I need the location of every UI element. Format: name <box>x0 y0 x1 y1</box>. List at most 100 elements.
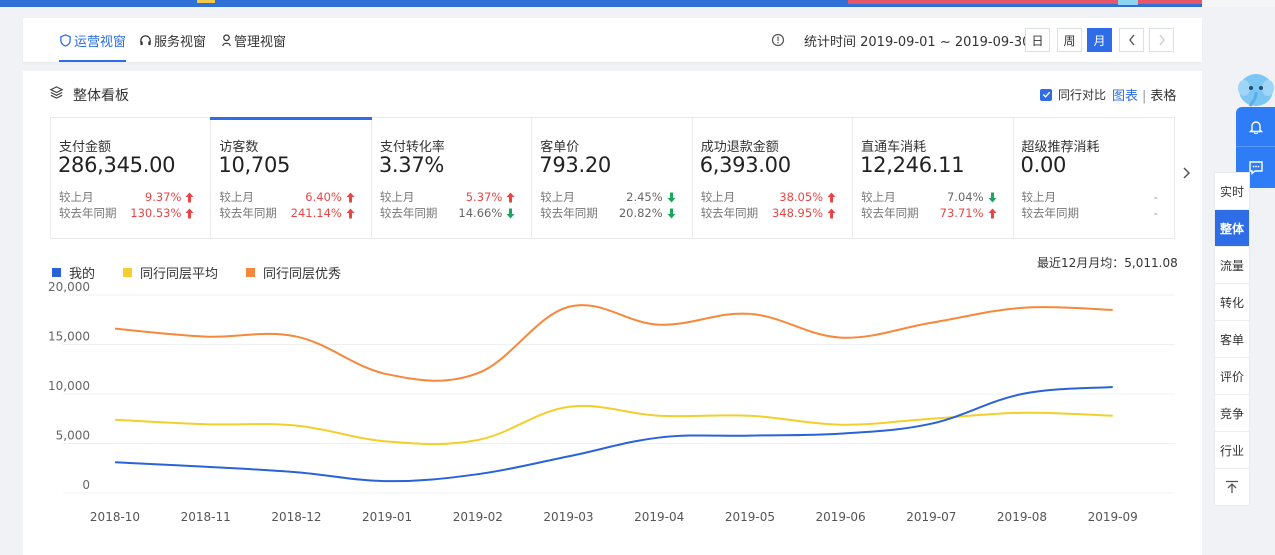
series-line-mine[interactable] <box>114 386 1113 483</box>
panel-header: 整体看板 同行对比 图表 | 表格 <box>23 71 1202 116</box>
x-tick-label: 2019-09 <box>1088 510 1138 524</box>
x-tick-label: 2018-10 <box>90 510 140 524</box>
kpi-yoy-label: 较去年同期 <box>540 206 598 220</box>
prev-period-button[interactable] <box>1119 28 1144 52</box>
kpi-card[interactable]: 直通车消耗 12,246.11 较上月 7.04% 较去年同期 73.71% <box>853 118 1014 238</box>
kpi-card[interactable]: 支付金额 286,345.00 较上月 9.37% 较去年同期 130.53% <box>51 118 212 238</box>
side-nav-item[interactable]: 竞争 <box>1215 395 1249 432</box>
arrow-up-icon <box>506 192 515 202</box>
kpi-yoy-label: 较去年同期 <box>1021 206 1080 220</box>
y-tick-label: 15,000 <box>48 330 90 344</box>
kpi-yoy-label: 较去年同期 <box>861 206 919 220</box>
mascot-elephant-icon[interactable] <box>1238 72 1275 110</box>
x-tick-label: 2018-11 <box>181 510 231 524</box>
kpi-mom-value: 9.37% <box>144 190 182 204</box>
tab-operations-label: 运营视窗 <box>74 34 127 50</box>
top-strip-yellow <box>197 0 215 3</box>
side-nav-item[interactable]: 转化 <box>1215 284 1249 321</box>
back-to-top-button[interactable] <box>1215 469 1249 505</box>
series-line-peer-top[interactable] <box>114 304 1113 382</box>
kpi-value: 12,246.11 <box>860 153 965 177</box>
info-icon[interactable] <box>771 33 785 47</box>
x-tick-label: 2019-06 <box>816 510 866 524</box>
period-week-button[interactable]: 周 <box>1057 28 1082 52</box>
shield-icon <box>60 33 71 47</box>
kpi-card[interactable]: 客单价 793.20 较上月 2.45% 较去年同期 20.82% <box>532 118 693 238</box>
series-line-peer-avg[interactable] <box>114 404 1113 446</box>
kpi-card[interactable]: 成功退款金额 6,393.00 较上月 38.05% 较去年同期 348.95% <box>693 118 854 238</box>
side-nav-item[interactable]: 客单 <box>1215 321 1249 358</box>
x-tick-label: 2019-04 <box>634 510 684 524</box>
kpi-mom-label: 较上月 <box>1021 190 1057 204</box>
kpi-yoy-label: 较去年同期 <box>379 206 438 220</box>
y-tick-label: 10,000 <box>48 379 90 393</box>
kpi-card[interactable]: 超级推荐消耗 0.00 较上月 - 较去年同期 - <box>1014 118 1174 238</box>
kpi-mom-row: 较上月 5.37% <box>380 189 515 205</box>
kpi-mom-label: 较上月 <box>219 190 254 204</box>
kpi-yoy-label: 较去年同期 <box>219 206 277 220</box>
period-month-button[interactable]: 月 <box>1087 28 1112 52</box>
tab-service-label: 服务视窗 <box>154 34 207 50</box>
kpi-mom-change: 9.37% <box>145 189 195 205</box>
kpi-mom-value: 38.05% <box>779 190 824 204</box>
chart-view-link[interactable]: 图表 <box>1112 89 1138 104</box>
side-nav-item[interactable]: 流量 <box>1215 247 1249 284</box>
kpi-value: 286,345.00 <box>58 153 176 177</box>
kpi-value: 3.37% <box>378 153 445 177</box>
notification-button[interactable] <box>1236 107 1275 147</box>
kpi-card[interactable]: 支付转化率 3.37% 较上月 5.37% 较去年同期 14.66% <box>372 118 533 238</box>
kpi-mom-label: 较上月 <box>700 190 736 204</box>
kpi-yoy-row: 较去年同期 73.71% <box>861 205 997 221</box>
kpi-yoy-row: 较去年同期 14.66% <box>380 205 515 221</box>
table-view-link[interactable]: 表格 <box>1150 89 1176 104</box>
kpi-next-arrow-icon[interactable] <box>1180 163 1194 183</box>
kpi-mom-value: 6.40% <box>305 190 342 204</box>
arrow-up-icon <box>827 192 836 202</box>
kpi-mom-label: 较上月 <box>379 190 415 204</box>
kpi-yoy-change: 130.53% <box>130 205 194 221</box>
kpi-mom-row: 较上月 7.04% <box>861 189 997 205</box>
kpi-yoy-change: 241.14% <box>291 205 355 221</box>
kpi-mom-value: 2.45% <box>626 190 663 204</box>
side-nav-item[interactable]: 评价 <box>1215 358 1249 395</box>
kpi-mom-change: 6.40% <box>305 189 355 205</box>
kpi-mom-change: 38.05% <box>779 189 836 205</box>
kpi-mom-row: 较上月 - <box>1022 189 1158 205</box>
kpi-yoy-value: 73.71% <box>939 206 984 220</box>
tab-service[interactable]: 服务视窗 <box>139 18 206 62</box>
kpi-mom-row: 较上月 9.37% <box>59 189 194 205</box>
side-nav-item[interactable]: 整体 <box>1215 210 1249 247</box>
kpi-mom-row: 较上月 6.40% <box>219 189 355 205</box>
tab-operations[interactable]: 运营视窗 <box>59 18 127 62</box>
x-tick-label: 2019-05 <box>725 510 775 524</box>
arrow-up-icon <box>185 192 194 202</box>
side-nav-item[interactable]: 行业 <box>1215 432 1249 469</box>
kpi-yoy-row: 较去年同期 130.53% <box>59 205 194 221</box>
kpi-value: 0.00 <box>1020 153 1067 177</box>
headset-icon <box>140 34 151 45</box>
overall-dashboard-panel: 整体看板 同行对比 图表 | 表格 支付金额 286,345.00 较上月 9.37% 较去… <box>23 71 1202 555</box>
peer-compare-toggle[interactable]: 同行对比 <box>1040 86 1106 103</box>
kpi-yoy-value: 241.14% <box>290 206 342 220</box>
section-side-nav: 实时 整体 流量 转化 客单 评价 竞争 行业 <box>1214 172 1250 506</box>
layers-icon <box>49 86 64 99</box>
view-separator: | <box>1142 89 1147 104</box>
side-nav-item[interactable]: 实时 <box>1215 173 1249 210</box>
kpi-value: 793.20 <box>539 153 611 177</box>
x-tick-label: 2018-12 <box>271 510 321 524</box>
kpi-card[interactable]: 访客数 10,705 较上月 6.40% 较去年同期 241.14% <box>210 117 373 238</box>
monthly-average: 最近12月月均：5,011.08 <box>1037 256 1178 270</box>
next-period-button[interactable] <box>1149 28 1174 52</box>
x-tick-label: 2019-01 <box>362 510 412 524</box>
peer-compare-checkbox[interactable] <box>1040 88 1052 101</box>
kpi-yoy-change: - <box>1154 205 1158 221</box>
x-tick-label: 2019-03 <box>543 510 593 524</box>
tab-management[interactable]: 管理视窗 <box>221 18 286 62</box>
kpi-mom-value: - <box>1153 190 1158 204</box>
kpi-yoy-change: 14.66% <box>458 205 515 221</box>
kpi-yoy-value: - <box>1153 206 1158 220</box>
view-tab-bar: 运营视窗 服务视窗 管理视窗 统计时间 2019-09-01 ~ 2019-09… <box>23 18 1202 62</box>
panel-title: 整体看板 <box>73 88 129 104</box>
period-day-button[interactable]: 日 <box>1025 28 1050 52</box>
arrow-down-icon <box>506 208 515 218</box>
